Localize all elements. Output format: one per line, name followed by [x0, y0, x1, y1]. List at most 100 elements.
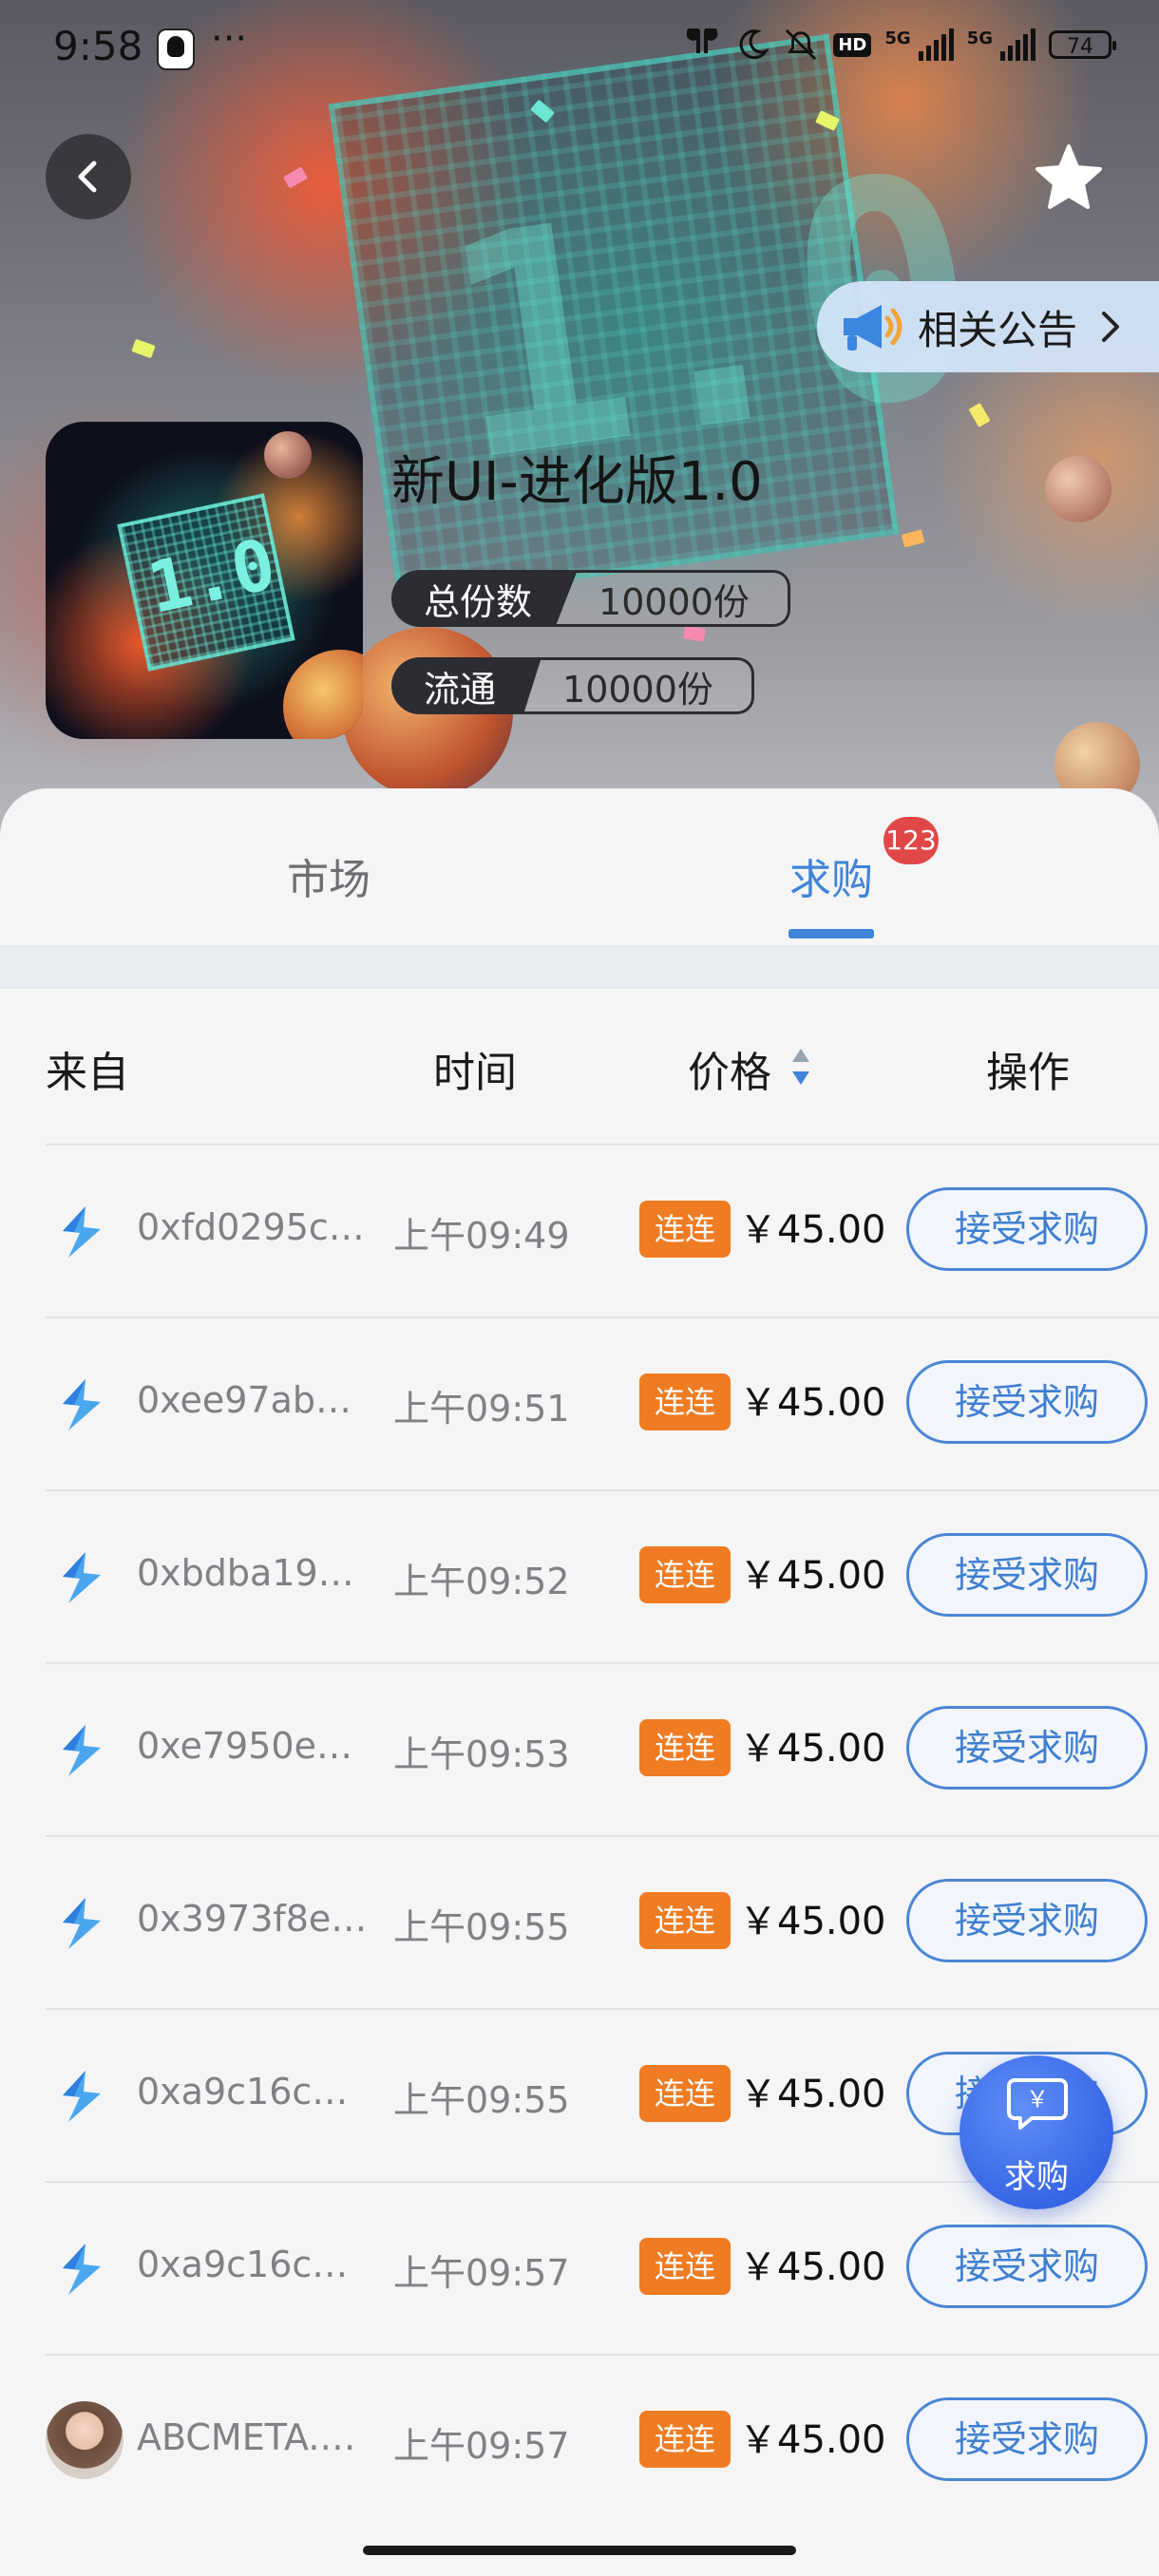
request-price: ￥45.00 — [739, 1727, 886, 1771]
request-price: ￥45.00 — [739, 1208, 886, 1252]
tab-buy-requests[interactable]: 求购 — [789, 845, 873, 906]
circulation-value: 10000份 — [517, 657, 754, 714]
chat-yuan-icon: ￥ — [1007, 2078, 1068, 2130]
earbuds-icon — [687, 28, 718, 53]
table-row: 0xa9c16c… 上午09:57 连连 ￥45.00 接受求购 — [46, 2181, 1159, 2354]
megaphone-icon — [844, 305, 902, 350]
chevron-left-icon — [78, 161, 97, 193]
payment-method-tag: 连连 — [639, 1892, 731, 1949]
product-cover-image: 1.0 — [46, 422, 363, 739]
favorite-star-icon[interactable] — [1034, 142, 1104, 213]
buy-requests-count-badge: 123 — [884, 817, 939, 864]
column-from: 来自 — [46, 1049, 129, 1097]
requester-address: 0xee97ab… — [137, 1379, 352, 1421]
lightning-s-icon — [63, 1898, 101, 1949]
user-avatar — [46, 2401, 124, 2479]
section-divider — [0, 945, 1159, 989]
more-notifications-icon: ··· — [211, 17, 248, 61]
tab-market[interactable]: 市场 — [287, 845, 370, 906]
circulation-label: 流通 — [391, 657, 542, 714]
tab-bar: 市场 求购 123 — [0, 788, 1159, 945]
sort-icon[interactable] — [788, 1043, 813, 1090]
request-time: 上午09:52 — [393, 1561, 570, 1602]
table-row: 0x3973f8e… 上午09:55 连连 ￥45.00 接受求购 — [46, 1835, 1159, 2008]
table-row: 0xee97ab… 上午09:51 连连 ￥45.00 接受求购 — [46, 1316, 1159, 1489]
lightning-s-icon — [63, 2244, 101, 2295]
table-row: ABCMETA.… 上午09:57 连连 ￥45.00 接受求购 — [46, 2354, 1159, 2527]
accept-request-button[interactable]: 接受求购 — [906, 1879, 1148, 1962]
table-row: 0xe7950e… 上午09:53 连连 ￥45.00 接受求购 — [46, 1662, 1159, 1835]
mute-bell-icon — [786, 28, 817, 61]
product-title: 新UI-进化版1.0 — [391, 451, 763, 513]
qq-icon — [157, 28, 195, 70]
chevron-right-icon — [1102, 312, 1120, 342]
payment-method-tag: 连连 — [639, 1546, 731, 1603]
back-button[interactable] — [46, 134, 131, 219]
status-bar: 9:58 ··· HD 5G 5G 74 — [0, 0, 1159, 95]
request-price: ￥45.00 — [739, 2245, 886, 2289]
requester-address: 0xfd0295c… — [137, 1206, 365, 1248]
request-price: ￥45.00 — [739, 2418, 886, 2462]
circulation-row: 流通 10000份 — [391, 657, 754, 714]
requester-address: 0xa9c16c… — [137, 2071, 349, 2112]
request-time: 上午09:57 — [393, 2425, 570, 2467]
accept-request-button[interactable]: 接受求购 — [906, 1706, 1148, 1790]
lightning-s-icon — [63, 1379, 101, 1430]
home-indicator[interactable] — [363, 2546, 796, 2555]
request-price: ￥45.00 — [739, 1381, 886, 1425]
related-announcements-button[interactable]: 相关公告 — [817, 281, 1159, 372]
status-icons: HD 5G 5G 74 — [681, 28, 1116, 61]
signal-icon-2 — [1000, 28, 1036, 61]
table-header: 来自 时间 价格 操作 — [0, 989, 1159, 1144]
column-action: 操作 — [986, 1049, 1070, 1097]
moon-icon — [739, 29, 770, 60]
status-time: 9:58 — [53, 23, 143, 69]
payment-method-tag: 连连 — [639, 2065, 731, 2122]
request-time: 上午09:49 — [393, 1215, 570, 1257]
payment-method-tag: 连连 — [639, 2238, 731, 2295]
payment-method-tag: 连连 — [639, 1373, 731, 1430]
accept-request-button[interactable]: 接受求购 — [906, 2225, 1148, 2308]
request-price: ￥45.00 — [739, 2073, 886, 2116]
accept-request-button[interactable]: 接受求购 — [906, 1360, 1148, 1444]
payment-method-tag: 连连 — [639, 1201, 731, 1258]
request-time: 上午09:55 — [393, 2079, 570, 2121]
request-price: ￥45.00 — [739, 1900, 886, 1943]
network-5g-label-1: 5G — [884, 28, 911, 48]
request-price: ￥45.00 — [739, 1554, 886, 1598]
requester-address: 0xa9c16c… — [137, 2244, 349, 2285]
network-5g-label-2: 5G — [966, 28, 993, 48]
fab-label: 求购 — [1004, 2158, 1069, 2196]
battery-icon: 74 — [1049, 30, 1116, 59]
requester-address: ABCMETA.… — [137, 2416, 356, 2458]
accept-request-button[interactable]: 接受求购 — [906, 2397, 1148, 2481]
buy-request-fab[interactable]: ￥ 求购 — [960, 2055, 1113, 2209]
requester-address: 0xe7950e… — [137, 1725, 352, 1767]
request-time: 上午09:55 — [393, 1906, 570, 1948]
requester-address: 0xbdba19… — [137, 1552, 354, 1594]
payment-method-tag: 连连 — [639, 1719, 731, 1776]
table-row: 0xfd0295c… 上午09:49 连连 ￥45.00 接受求购 — [46, 1144, 1159, 1316]
total-shares-row: 总份数 10000份 — [391, 570, 790, 627]
request-time: 上午09:53 — [393, 1733, 570, 1775]
column-price[interactable]: 价格 — [688, 1038, 771, 1099]
table-row: 0xbdba19… 上午09:52 连连 ￥45.00 接受求购 — [46, 1489, 1159, 1662]
signal-icon-1 — [918, 28, 954, 61]
request-time: 上午09:57 — [393, 2252, 570, 2294]
total-shares-value: 10000份 — [553, 570, 790, 627]
hd-badge: HD — [833, 32, 872, 57]
request-time: 上午09:51 — [393, 1388, 570, 1430]
accept-request-button[interactable]: 接受求购 — [906, 1187, 1148, 1271]
lightning-s-icon — [63, 1552, 101, 1603]
total-shares-label: 总份数 — [391, 570, 579, 627]
accept-request-button[interactable]: 接受求购 — [906, 1533, 1148, 1617]
notice-label: 相关公告 — [918, 306, 1078, 353]
lightning-s-icon — [63, 1206, 101, 1258]
requester-address: 0x3973f8e… — [137, 1898, 368, 1940]
fab-yuan-glyph: ￥ — [1026, 2086, 1049, 2112]
column-time: 时间 — [433, 1049, 517, 1097]
lightning-s-icon — [63, 1725, 101, 1776]
buy-request-list: 0xfd0295c… 上午09:49 连连 ￥45.00 接受求购 0xee97… — [0, 1144, 1159, 2527]
active-tab-indicator — [788, 929, 874, 938]
payment-method-tag: 连连 — [639, 2411, 731, 2468]
